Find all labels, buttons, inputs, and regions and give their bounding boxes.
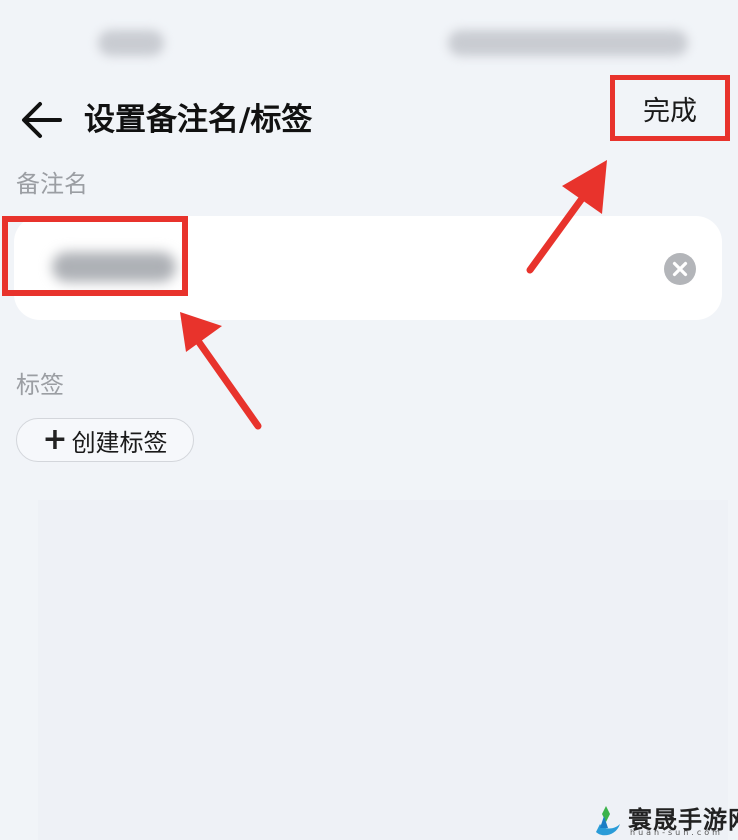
annotation-arrow-icon <box>180 160 607 430</box>
watermark: 寰晟手游网 huan-sun.com <box>586 800 738 840</box>
watermark-logo-icon <box>596 806 620 836</box>
watermark-subtext: huan-sun.com <box>630 828 723 837</box>
